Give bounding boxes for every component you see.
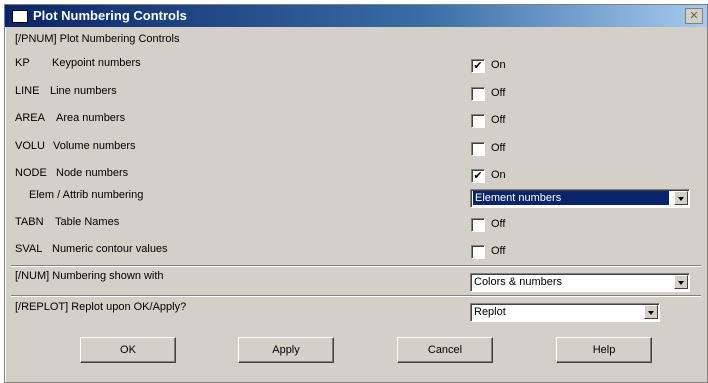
check-icon: ✔ xyxy=(473,59,483,72)
elem-attrib-dropdown[interactable]: Element numbers xyxy=(470,189,690,208)
checkbox-area-state: Off xyxy=(491,114,506,126)
ok-button[interactable]: OK xyxy=(80,337,176,363)
check-icon: ✔ xyxy=(473,169,483,182)
window-title: Plot Numbering Controls xyxy=(33,8,187,23)
row-sval-label: Numeric contour values xyxy=(52,243,168,255)
checkbox-tabn-state: Off xyxy=(491,218,506,230)
checkbox-node[interactable]: ✔ xyxy=(471,169,485,183)
checkbox-kp[interactable]: ✔ xyxy=(471,59,485,73)
divider xyxy=(11,295,701,297)
replot-value: Replot xyxy=(474,306,506,318)
row-tabn-code: TABN xyxy=(15,216,44,228)
num-dropdown[interactable]: Colors & numbers xyxy=(470,273,690,292)
row-line-label: Line numbers xyxy=(50,85,117,97)
replot-label: [/REPLOT] Replot upon OK/Apply? xyxy=(15,301,187,313)
row-volu-label: Volume numbers xyxy=(53,140,136,152)
checkbox-volu-state: Off xyxy=(491,142,506,154)
row-sval-code: SVAL xyxy=(15,243,43,255)
plot-numbering-dialog: Plot Numbering Controls ✕ [/PNUM] Plot N… xyxy=(4,4,708,383)
elem-attrib-label: Elem / Attrib numbering xyxy=(29,189,144,201)
divider xyxy=(11,265,701,267)
elem-attrib-value: Element numbers xyxy=(473,191,669,205)
row-area-code: AREA xyxy=(15,112,45,124)
row-tabn-label: Table Names xyxy=(55,216,120,228)
close-button[interactable]: ✕ xyxy=(685,8,703,24)
checkbox-tabn[interactable] xyxy=(471,218,485,232)
checkbox-area[interactable] xyxy=(471,114,485,128)
window-icon xyxy=(12,10,28,23)
checkbox-volu[interactable] xyxy=(471,142,485,156)
row-node-label: Node numbers xyxy=(56,167,129,179)
title-bar[interactable]: Plot Numbering Controls ✕ xyxy=(5,5,707,27)
checkbox-sval-state: Off xyxy=(491,245,506,257)
checkbox-line[interactable] xyxy=(471,87,485,101)
chevron-down-icon[interactable] xyxy=(644,305,658,319)
row-kp-label: Keypoint numbers xyxy=(52,57,141,69)
chevron-down-icon[interactable] xyxy=(674,191,688,205)
num-label: [/NUM] Numbering shown with xyxy=(15,270,164,282)
section-header: [/PNUM] Plot Numbering Controls xyxy=(15,33,180,45)
checkbox-line-state: Off xyxy=(491,87,506,99)
replot-dropdown[interactable]: Replot xyxy=(470,303,660,322)
row-kp-code: KP xyxy=(15,57,30,69)
cancel-button[interactable]: Cancel xyxy=(397,337,493,363)
chevron-down-icon[interactable] xyxy=(674,275,688,289)
checkbox-node-state: On xyxy=(491,169,506,181)
row-line-code: LINE xyxy=(15,85,40,97)
num-value: Colors & numbers xyxy=(474,276,563,288)
checkbox-sval[interactable] xyxy=(471,245,485,259)
row-node-code: NODE xyxy=(15,167,47,179)
checkbox-kp-state: On xyxy=(491,59,506,71)
row-volu-code: VOLU xyxy=(15,140,45,152)
row-area-label: Area numbers xyxy=(56,112,126,124)
apply-button[interactable]: Apply xyxy=(238,337,334,363)
help-button[interactable]: Help xyxy=(556,337,652,363)
